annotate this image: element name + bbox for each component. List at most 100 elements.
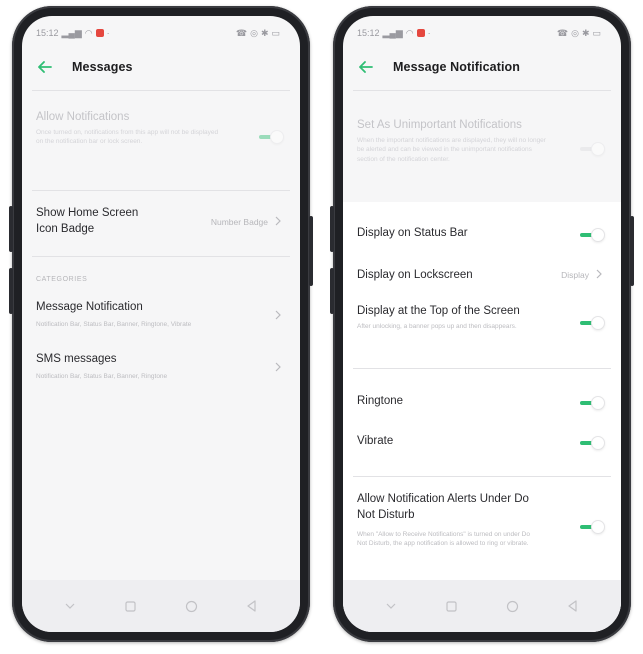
divider [32,90,290,91]
chevron-right-icon [274,216,282,226]
status-bar: 15:12 ▂▄▆ ◠ · ☎ ◎ ✱ ▭ [343,16,621,50]
wifi-icon: ◠ [84,27,93,38]
category-sms-title[interactable]: SMS messages [36,352,117,368]
status-time: 15:12 [36,28,59,38]
app-bar: Message Notification [343,52,621,82]
content: Allow Notifications Once turned on, noti… [22,86,300,580]
vibrate-toggle[interactable] [577,436,605,450]
phone-left: 15:12 ▂▄▆ ◠ · ☎ ◎ ✱ ▭ Messages Allow Not… [9,6,313,642]
toggle-knob [591,436,605,450]
status-bar: 15:12 ▂▄▆ ◠ · ☎ ◎ ✱ ▭ [22,16,300,50]
unimportant-title: Set As Unimportant Notifications [357,119,522,131]
home-circle-icon[interactable] [184,599,198,613]
top-of-screen-toggle[interactable] [577,316,605,330]
status-bar-row-title: Display on Status Bar [357,227,468,239]
top-of-screen-title: Display at the Top of the Screen [357,305,520,317]
chevron-right-icon [595,269,603,279]
nfc-icon: ◎ [250,27,258,38]
icon-badge-title-line1: Show Home Screen [36,207,139,219]
toggle-knob [591,228,605,242]
lockscreen-row-title[interactable]: Display on Lockscreen [357,268,473,284]
recents-square-icon[interactable] [445,599,459,613]
icon-badge-title[interactable]: Show Home Screen Icon Badge [36,206,138,237]
status-bar-toggle[interactable] [577,228,605,242]
dnd-subtitle: When "Allow to Receive Notifications" is… [357,531,530,548]
more-notifications-icon: · [106,28,110,38]
unimportant-toggle[interactable] [577,142,605,156]
dnd-toggle[interactable] [577,520,605,534]
app-notification-icon [416,29,425,37]
status-left: 15:12 ▂▄▆ ◠ · [36,28,110,39]
screen-messages: 15:12 ▂▄▆ ◠ · ☎ ◎ ✱ ▭ Messages Allow Not… [22,16,300,632]
signal-icon: ▂▄▆ [61,27,82,38]
navigation-bar [22,580,300,632]
back-triangle-icon[interactable] [566,599,580,613]
call-icon: ☎ [235,27,248,38]
ringtone-toggle[interactable] [577,396,605,410]
bluetooth-icon: ✱ [260,27,269,38]
app-notification-icon [95,29,104,37]
wifi-icon: ◠ [405,27,414,38]
page-title: Messages [72,60,133,74]
settings-card [343,202,621,632]
volume-down-button [330,268,334,314]
status-left: 15:12 ▂▄▆ ◠ · [357,28,431,39]
volume-up-button [330,206,334,252]
status-right: ☎ ◎ ✱ ▭ [557,28,601,39]
recents-square-icon[interactable] [124,599,138,613]
volume-down-button [9,268,13,314]
chevron-right-icon [274,310,282,320]
back-arrow-icon[interactable] [359,59,375,75]
bluetooth-icon: ✱ [581,27,590,38]
battery-icon: ▭ [271,27,280,38]
vibrate-title: Vibrate [357,435,394,447]
collapse-chevron-icon[interactable] [63,599,77,613]
lockscreen-value[interactable]: Display [561,270,589,280]
divider [32,256,290,257]
back-arrow-icon[interactable] [38,59,54,75]
back-triangle-icon[interactable] [245,599,259,613]
dnd-title-line1: Allow Notification Alerts Under Do [357,493,529,505]
category-message-notification-title[interactable]: Message Notification [36,300,143,316]
allow-notifications-toggle[interactable] [256,130,284,144]
toggle-knob [591,142,605,156]
status-time: 15:12 [357,28,380,38]
top-of-screen-subtitle: After unlocking, a banner pops up and th… [357,323,517,330]
more-notifications-icon: · [427,28,431,38]
toggle-knob [591,520,605,534]
ringtone-title: Ringtone [357,395,404,407]
page-title: Message Notification [393,60,521,74]
home-circle-icon[interactable] [505,599,519,613]
status-right: ☎ ◎ ✱ ▭ [236,28,280,39]
chevron-right-icon [274,362,282,372]
volume-up-button [9,206,13,252]
signal-icon: ▂▄▆ [382,27,403,38]
category-sms-subtitle: Notification Bar, Status Bar, Banner, Ri… [36,373,168,380]
call-icon: ☎ [556,27,569,38]
category-message-notification-subtitle: Notification Bar, Status Bar, Banner, Ri… [36,321,192,328]
navigation-bar [343,580,621,632]
allow-notifications-title: Allow Notifications [36,111,130,123]
categories-header: CATEGORIES [36,276,88,283]
screen-message-notification: 15:12 ▂▄▆ ◠ · ☎ ◎ ✱ ▭ Message Notificati [343,16,621,632]
divider [32,190,290,191]
divider [353,476,611,477]
content: Set As Unimportant Notifications When th… [343,86,621,632]
stage: 15:12 ▂▄▆ ◠ · ☎ ◎ ✱ ▭ Messages Allow Not… [0,0,643,654]
dnd-title-line2: Not Disturb [357,508,415,521]
nfc-icon: ◎ [571,27,579,38]
icon-badge-value[interactable]: Number Badge [211,217,268,227]
battery-icon: ▭ [592,27,601,38]
allow-notifications-subtitle: Once turned on, notifications from this … [36,129,219,146]
collapse-chevron-icon[interactable] [384,599,398,613]
app-bar: Messages [22,52,300,82]
divider [353,90,611,91]
phone-right: 15:12 ▂▄▆ ◠ · ☎ ◎ ✱ ▭ Message Notificati [330,6,634,642]
unimportant-subtitle: When the important notifications are dis… [357,137,546,163]
icon-badge-title-line2: Icon Badge [36,222,95,235]
toggle-knob [591,396,605,410]
power-button [309,216,313,286]
toggle-knob [591,316,605,330]
divider [353,368,611,369]
toggle-knob [270,130,284,144]
